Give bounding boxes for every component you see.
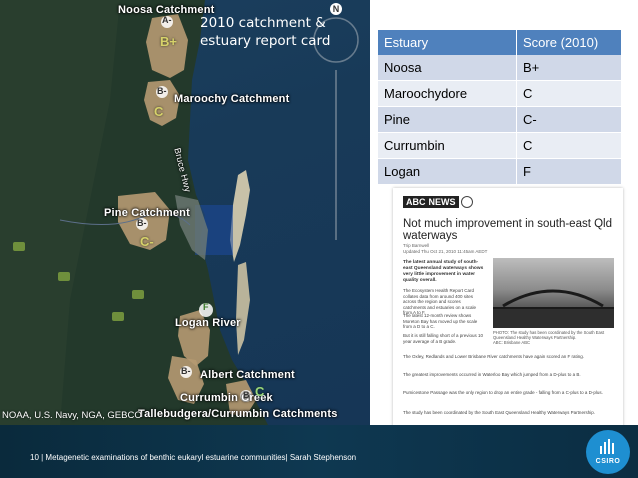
- grade-maroochy-estuary: C: [154, 104, 164, 119]
- news-paragraph: But it is still falling short of a previ…: [403, 333, 484, 344]
- news-logo-text: NEWS: [428, 196, 459, 208]
- abc-news-logo: ABC NEWS: [403, 195, 473, 209]
- map-credits: NOAA, U.S. Navy, NGA, GEBCO: [2, 410, 142, 421]
- grade-noosa-catchment: A-: [162, 15, 172, 25]
- news-paragraph: The greatest improvements occurred in Wa…: [403, 372, 581, 377]
- label-pine-catchment: Pine Catchment: [104, 207, 190, 219]
- csiro-logo-text: CSIRO: [595, 458, 621, 465]
- table-row: Currumbin C: [378, 133, 622, 159]
- grade-currumbin-estuary: C: [255, 384, 265, 399]
- caption-credit: ABC: Brisbane ABC: [493, 340, 531, 345]
- estuary-score-table: Estuary Score (2010) Noosa B+ Maroochydo…: [378, 30, 622, 185]
- grade-logan-catchment: F: [203, 302, 209, 312]
- catchment-map[interactable]: N 2010 catchment & estuary report card N…: [0, 0, 370, 425]
- news-headline: Not much improvement in south-east Qld w…: [403, 218, 613, 242]
- grade-pine-catchment: B-: [137, 218, 147, 228]
- news-paragraph: The study has been coordinated by the So…: [403, 410, 595, 415]
- map-title-line-2: estuary report card: [200, 33, 331, 49]
- slide-footer: [0, 425, 638, 478]
- road-marker: [112, 312, 124, 321]
- grade-pine-estuary: C-: [140, 234, 154, 249]
- score-cell: C-: [517, 107, 622, 133]
- news-date: Updated Thu Oct 21, 2010 11:45am AEDT: [403, 249, 488, 254]
- grade-maroochy-catchment: B-: [157, 86, 167, 96]
- table-row: Logan F: [378, 159, 622, 185]
- csiro-logo: CSIRO: [586, 430, 630, 474]
- score-cell: F: [517, 159, 622, 185]
- map-title: 2010 catchment & estuary report card: [200, 14, 330, 50]
- estuary-name-cell: Pine: [378, 107, 517, 133]
- estuary-name-cell: Logan: [378, 159, 517, 185]
- news-byline: Trip Barnwell: [403, 243, 430, 248]
- news-photo-caption: PHOTO: The study has been coordinated by…: [493, 330, 614, 345]
- estuary-name-cell: Noosa: [378, 55, 517, 81]
- water: [493, 309, 614, 328]
- grade-currumbin-catchment: B: [243, 390, 250, 400]
- score-cell: C: [517, 81, 622, 107]
- map-title-line-1: 2010 catchment &: [200, 15, 326, 31]
- abc-logo-text: ABC: [403, 196, 429, 208]
- label-logan-river: Logan River: [175, 317, 241, 329]
- news-paragraph: The Ecosystem Health Report Card collate…: [403, 288, 477, 315]
- score-cell: B+: [517, 55, 622, 81]
- bridge-silhouette: [493, 289, 614, 328]
- column-header-estuary: Estuary: [378, 30, 517, 55]
- bridge-arch: [502, 289, 604, 308]
- north-indicator-icon[interactable]: N: [330, 3, 342, 15]
- news-paragraph: Pumicestone Passage was the only region …: [403, 390, 603, 395]
- news-lead: The latest annual study of south-east Qu…: [403, 260, 484, 283]
- road-marker: [13, 242, 25, 251]
- label-albert-catchment: Albert Catchment: [200, 369, 295, 381]
- column-header-score: Score (2010): [517, 30, 622, 55]
- grade-noosa-estuary: B+: [160, 34, 177, 49]
- road-marker: [58, 272, 70, 281]
- estuary-name-cell: Maroochydore: [378, 81, 517, 107]
- table-row: Noosa B+: [378, 55, 622, 81]
- table-header-row: Estuary Score (2010): [378, 30, 622, 55]
- news-photo-bridge: [493, 258, 614, 328]
- label-tallebudgera-currumbin: Tallebudgera/Currumbin Catchments: [138, 408, 338, 420]
- table-row: Maroochydore C: [378, 81, 622, 107]
- news-paragraph: The latest 12-month review shows Moreton…: [403, 313, 478, 329]
- grade-albert-catchment: B-: [181, 366, 191, 376]
- estuary-name-cell: Currumbin: [378, 133, 517, 159]
- csiro-bars-icon: [600, 439, 614, 454]
- caption-text: PHOTO: The study has been coordinated by…: [493, 330, 605, 340]
- label-maroochy-catchment: Maroochy Catchment: [174, 93, 290, 105]
- news-paragraph: The Oxley, Redlands and Lower Brisbane R…: [403, 354, 585, 359]
- stradbroke-island: [236, 262, 250, 355]
- table-row: Pine C-: [378, 107, 622, 133]
- road-marker: [132, 290, 144, 299]
- abc-lissajous-icon: [460, 196, 473, 208]
- score-cell: C: [517, 133, 622, 159]
- news-clipping: ABC NEWS Not much improvement in south-e…: [393, 188, 623, 440]
- footer-caption: 10 | Metagenetic examinations of benthic…: [30, 453, 357, 462]
